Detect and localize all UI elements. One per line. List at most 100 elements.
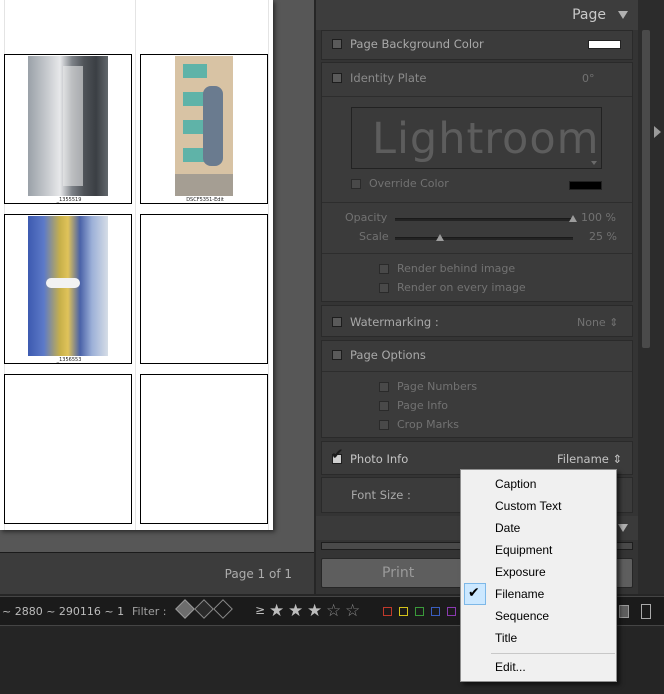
photo-caption: DSCF5351-Edit (186, 197, 224, 203)
opacity-slider-thumb[interactable] (569, 215, 577, 222)
background-color-swatch[interactable] (588, 40, 621, 49)
page-info-checkbox[interactable] (379, 401, 389, 411)
menu-item-edit[interactable]: Edit... (495, 660, 526, 674)
color-label-green-icon[interactable] (415, 607, 424, 616)
rating-comparator[interactable]: ≥ (255, 603, 265, 617)
override-color-checkbox[interactable] (351, 179, 361, 189)
page-count-label: Page 1 of 1 (224, 567, 292, 581)
flag-rejected-icon[interactable] (213, 599, 233, 619)
page-guide-line (268, 0, 269, 530)
identity-menu-icon[interactable] (591, 161, 597, 165)
scale-label: Scale (359, 230, 389, 243)
star-icon[interactable]: ★ (307, 603, 322, 620)
color-label-purple-icon[interactable] (447, 607, 456, 616)
watermarking-label: Watermarking : (350, 315, 439, 329)
star-empty-icon[interactable]: ☆ (345, 603, 360, 620)
print-button-label: Print (382, 565, 415, 581)
photo-info-select[interactable]: Filename ⇕ (557, 452, 622, 466)
menu-item-caption[interactable]: Caption (495, 477, 536, 491)
identity-plate-section: Identity Plate 0° Lightroom Override Col… (321, 62, 633, 302)
collapse-triangle-icon[interactable] (618, 524, 628, 532)
page-guide-line (135, 0, 136, 530)
photo-thumbnail (175, 56, 233, 196)
photo-cell[interactable]: _1355519 (4, 54, 132, 204)
opacity-label: Opacity (345, 211, 388, 224)
menu-item-exposure[interactable]: Exposure (495, 565, 546, 579)
identity-rotation[interactable]: 0° (582, 72, 595, 85)
collapse-panel-icon[interactable] (654, 126, 661, 138)
watermarking-checkbox[interactable] (332, 317, 342, 327)
identity-plate-checkbox[interactable] (332, 73, 342, 83)
override-color-swatch[interactable] (569, 181, 602, 190)
page-info-label: Page Info (397, 399, 448, 412)
render-every-checkbox[interactable] (379, 283, 389, 293)
star-icon[interactable]: ★ (288, 603, 303, 620)
menu-item-title[interactable]: Title (495, 631, 517, 645)
page-options-section: Page Options Page Numbers Page Info Crop… (321, 340, 633, 438)
watermarking-select[interactable]: None ⇕ (577, 316, 618, 329)
page-panel-header[interactable]: Page (316, 0, 638, 30)
star-empty-icon[interactable]: ☆ (326, 603, 341, 620)
folder-path[interactable]: ~ 2880 ~ 290116 ~ 1 (2, 605, 124, 618)
page-numbers-checkbox[interactable] (379, 382, 389, 392)
render-behind-checkbox[interactable] (379, 264, 389, 274)
page-background-label: Page Background Color (350, 37, 484, 51)
filter-preset-select[interactable] (619, 605, 629, 618)
divider (322, 202, 632, 203)
page-options-checkbox[interactable] (332, 350, 342, 360)
render-every-label: Render on every image (397, 281, 526, 294)
menu-item-date[interactable]: Date (495, 521, 520, 535)
print-canvas: _1355519 DSCF5351-Edit _1356553 (0, 0, 314, 552)
divider (322, 253, 632, 254)
photo-cell[interactable]: DSCF5351-Edit (140, 54, 268, 204)
scale-slider-thumb[interactable] (435, 234, 444, 241)
menu-item-equipment[interactable]: Equipment (495, 543, 552, 557)
collapse-triangle-icon[interactable] (618, 11, 628, 19)
flag-unflagged-icon[interactable] (194, 599, 214, 619)
panel-title: Page (572, 7, 606, 23)
menu-item-sequence[interactable]: Sequence (495, 609, 549, 623)
identity-plate-text: Lightroom (372, 114, 600, 164)
color-label-yellow-icon[interactable] (399, 607, 408, 616)
filter-lock-icon[interactable] (641, 604, 651, 619)
photo-info-menu: Caption Custom Text Date Equipment Expos… (460, 469, 617, 682)
divider (322, 371, 632, 372)
crop-marks-checkbox[interactable] (379, 420, 389, 430)
photo-thumbnail (28, 216, 108, 356)
divider (322, 96, 632, 97)
flag-pick-icon[interactable] (175, 599, 195, 619)
override-color-label: Override Color (369, 177, 449, 190)
identity-plate-preview[interactable]: Lightroom (351, 107, 602, 169)
photo-thumbnail (28, 56, 108, 196)
opacity-value[interactable]: 100 % (581, 211, 616, 224)
photo-caption: _1356553 (56, 357, 82, 363)
identity-plate-label: Identity Plate (350, 71, 427, 85)
print-page: _1355519 DSCF5351-Edit _1356553 (0, 0, 273, 530)
page-count-bar: Page 1 of 1 (0, 552, 314, 594)
color-label-blue-icon[interactable] (431, 607, 440, 616)
scale-slider-track[interactable] (395, 237, 573, 240)
checkmark-icon: ✔ (331, 445, 344, 463)
empty-cell[interactable] (4, 374, 132, 524)
scale-value[interactable]: 25 % (589, 230, 617, 243)
page-options-label: Page Options (350, 348, 426, 362)
menu-item-custom-text[interactable]: Custom Text (495, 499, 561, 513)
crop-marks-label: Crop Marks (397, 418, 460, 431)
page-numbers-label: Page Numbers (397, 380, 478, 393)
page-background-checkbox[interactable] (332, 39, 342, 49)
menu-item-filename[interactable]: Filename (495, 587, 544, 601)
filter-label: Filter : (132, 605, 167, 618)
photo-caption: _1355519 (56, 197, 82, 203)
page-background-row: Page Background Color (321, 30, 633, 60)
render-behind-label: Render behind image (397, 262, 516, 275)
empty-cell[interactable] (140, 214, 268, 364)
star-icon[interactable]: ★ (269, 603, 284, 620)
checkmark-icon: ✔ (468, 585, 480, 601)
opacity-slider-track[interactable] (395, 218, 573, 221)
font-size-label: Font Size : (351, 488, 411, 502)
photo-cell[interactable]: _1356553 (4, 214, 132, 364)
photo-info-label: Photo Info (350, 452, 409, 466)
color-label-red-icon[interactable] (383, 607, 392, 616)
panel-scrollbar[interactable] (642, 30, 650, 348)
empty-cell[interactable] (140, 374, 268, 524)
